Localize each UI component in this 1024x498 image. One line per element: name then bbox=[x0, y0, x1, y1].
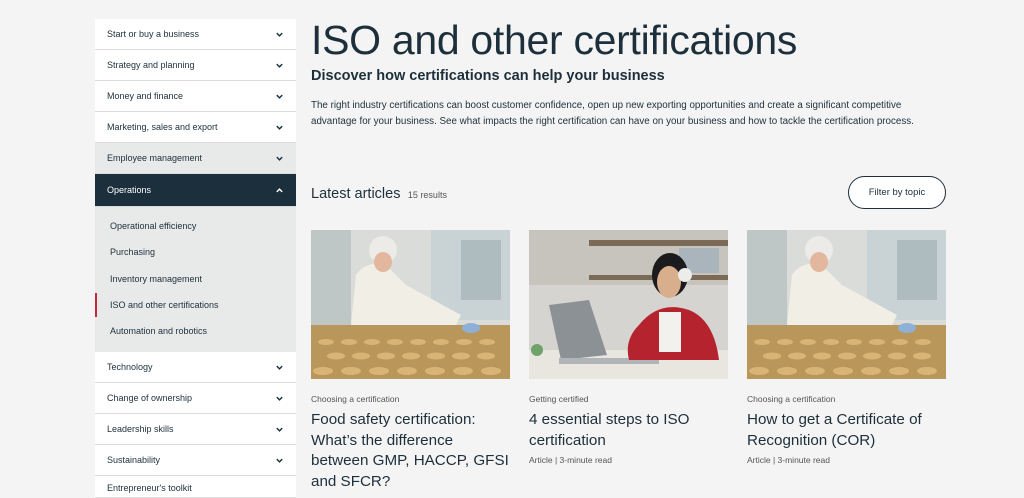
sidebar-item-sustainability[interactable]: Sustainability bbox=[95, 445, 296, 477]
sidebar-item-employee[interactable]: Employee management bbox=[95, 143, 296, 174]
latest-articles-heading: Latest articles 15 results bbox=[311, 185, 447, 203]
sidebar-item-change-of-ownership[interactable]: Change of ownership bbox=[95, 383, 296, 415]
sidebar-nav: Start or buy a business Strategy and pla… bbox=[95, 19, 296, 498]
article-card[interactable]: Choosing a certification How to get a Ce… bbox=[747, 230, 946, 465]
sidebar-item-strategy[interactable]: Strategy and planning bbox=[95, 50, 296, 81]
sidebar-item-label: Money and finance bbox=[107, 91, 184, 101]
sidebar-item-toolkit[interactable]: Entrepreneur's toolkit bbox=[95, 476, 296, 498]
sidebar-item-label: Marketing, sales and export bbox=[107, 122, 218, 132]
subnav-item-iso-certifications[interactable]: ISO and other certifications bbox=[95, 292, 296, 318]
subnav-item-label: ISO and other certifications bbox=[110, 300, 219, 311]
sidebar-item-label: Employee management bbox=[107, 153, 203, 163]
sidebar-item-operations[interactable]: Operations bbox=[95, 174, 296, 207]
article-meta: Article | 3-minute read bbox=[529, 455, 612, 465]
subnav-item-label: Purchasing bbox=[110, 247, 156, 258]
article-title[interactable]: Food safety certification: What’s the di… bbox=[311, 410, 510, 492]
intro-paragraph: The right industry certifications can bo… bbox=[311, 100, 914, 127]
sidebar-item-money[interactable]: Money and finance bbox=[95, 81, 296, 112]
sidebar-item-label: Leadership skills bbox=[107, 424, 174, 435]
results-count: 15 results bbox=[407, 190, 447, 200]
sidebar-item-technology[interactable]: Technology bbox=[95, 352, 296, 384]
article-image[interactable] bbox=[311, 230, 510, 379]
chevron-down-icon bbox=[275, 92, 284, 101]
sidebar-item-label: Sustainability bbox=[107, 455, 161, 466]
chevron-down-icon bbox=[275, 456, 284, 465]
chevron-down-icon bbox=[275, 363, 284, 372]
article-image[interactable] bbox=[747, 230, 946, 379]
chevron-down-icon bbox=[275, 61, 284, 70]
subnav-item-inventory[interactable]: Inventory management bbox=[95, 266, 296, 292]
article-title[interactable]: 4 essential steps to ISO certification bbox=[529, 410, 728, 451]
chevron-down-icon bbox=[275, 30, 284, 39]
page-subtitle: Discover how certifications can help you… bbox=[311, 68, 665, 84]
article-card[interactable]: Choosing a certification Food safety cer… bbox=[311, 230, 510, 492]
sidebar-item-marketing[interactable]: Marketing, sales and export bbox=[95, 112, 296, 143]
sidebar-item-label: Change of ownership bbox=[107, 393, 193, 404]
filter-by-topic-button[interactable]: Filter by topic bbox=[848, 176, 946, 209]
sidebar-item-label: Technology bbox=[107, 362, 153, 373]
sidebar-item-leadership[interactable]: Leadership skills bbox=[95, 414, 296, 446]
sidebar-item-label: Operations bbox=[107, 185, 152, 195]
page-title: ISO and other certifications bbox=[311, 17, 798, 63]
sidebar-item-label: Strategy and planning bbox=[107, 60, 195, 70]
sidebar-item-label: Start or buy a business bbox=[107, 29, 200, 39]
subnav-item-operational-efficiency[interactable]: Operational efficiency bbox=[95, 213, 296, 239]
article-title[interactable]: How to get a Certificate of Recognition … bbox=[747, 410, 946, 451]
subnav-item-automation[interactable]: Automation and robotics bbox=[95, 318, 296, 344]
sidebar-item-start-or-buy[interactable]: Start or buy a business bbox=[95, 19, 296, 50]
article-category: Choosing a certification bbox=[311, 394, 400, 404]
article-image[interactable] bbox=[529, 230, 728, 379]
article-category: Choosing a certification bbox=[747, 394, 836, 404]
subnav-item-purchasing[interactable]: Purchasing bbox=[95, 239, 296, 265]
section-title: Latest articles bbox=[311, 186, 401, 202]
article-card[interactable]: Getting certified 4 essential steps to I… bbox=[529, 230, 728, 465]
sidebar-item-label: Entrepreneur's toolkit bbox=[107, 483, 192, 494]
article-meta: Article | 3-minute read bbox=[747, 455, 830, 465]
chevron-down-icon bbox=[275, 154, 284, 163]
chevron-down-icon bbox=[275, 425, 284, 434]
chevron-down-icon bbox=[275, 123, 284, 132]
subnav-item-label: Operational efficiency bbox=[110, 221, 197, 232]
chevron-down-icon bbox=[275, 394, 284, 403]
subnav-item-label: Automation and robotics bbox=[110, 326, 208, 337]
article-category: Getting certified bbox=[529, 394, 589, 404]
operations-submenu: Operational efficiency Purchasing Invent… bbox=[95, 207, 296, 353]
chevron-up-icon bbox=[275, 186, 284, 195]
subnav-item-label: Inventory management bbox=[110, 273, 203, 284]
